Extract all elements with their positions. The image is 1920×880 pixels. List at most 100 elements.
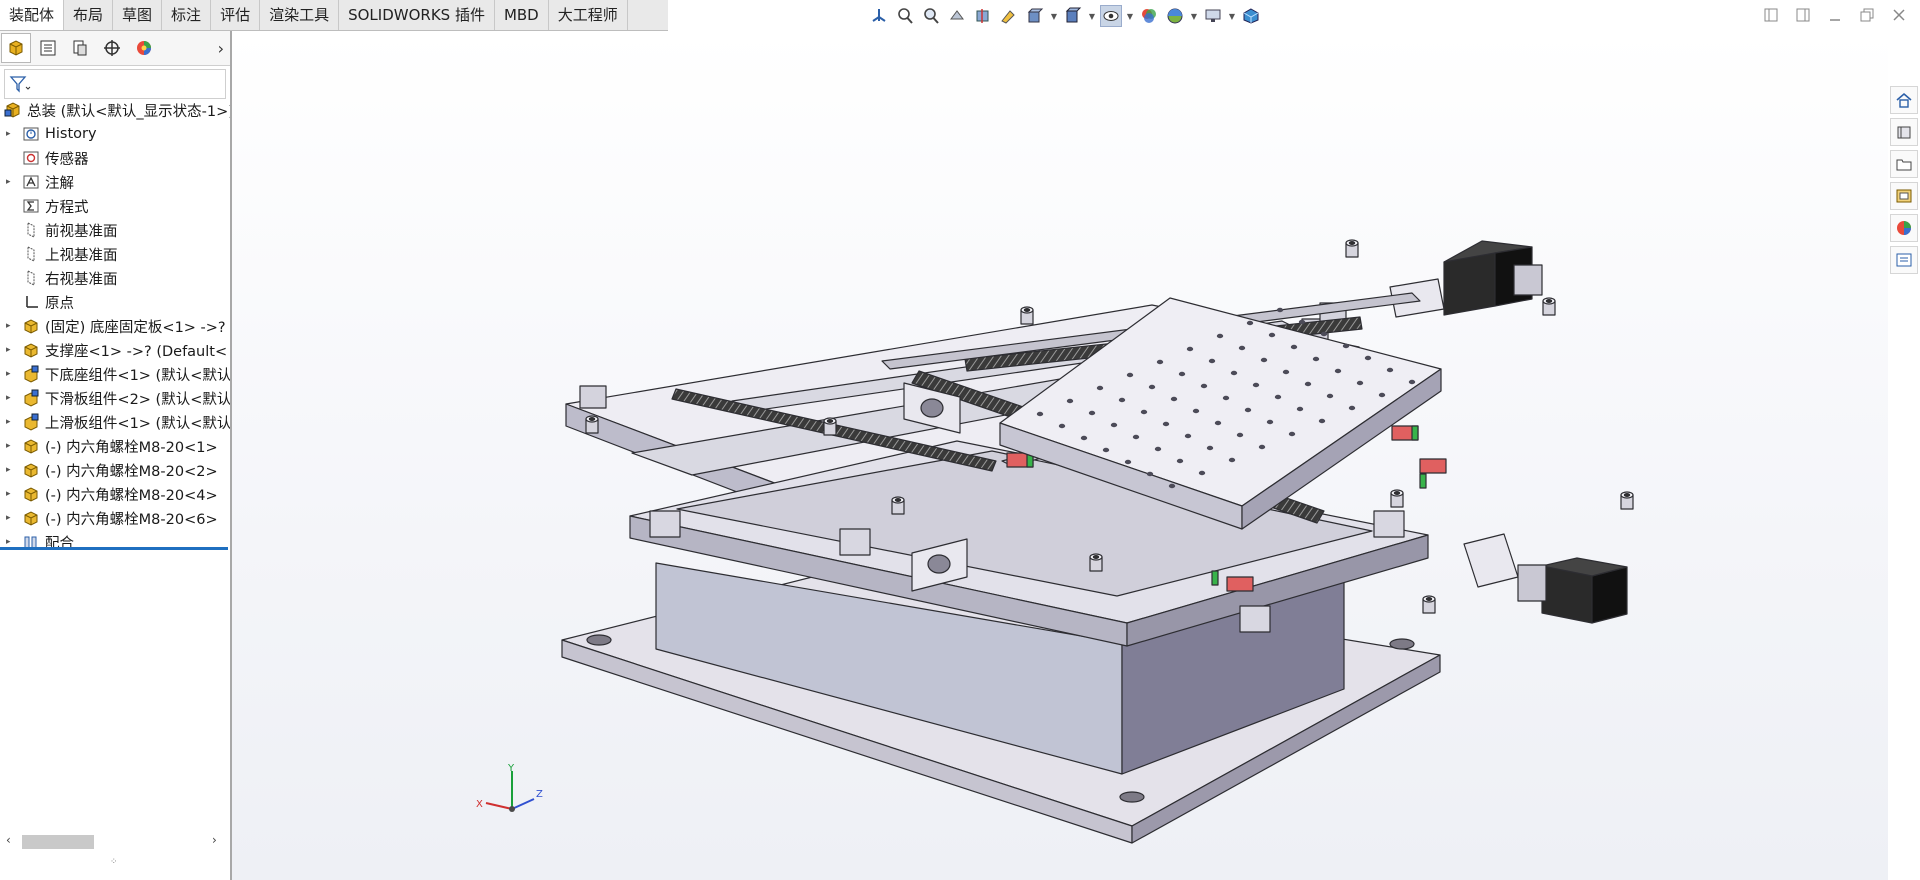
- tree-horizontal-scrollbar[interactable]: ‹ ›: [0, 831, 228, 851]
- tab-layout[interactable]: 布局: [64, 0, 114, 30]
- view-orientation-dropdown-icon[interactable]: [1024, 5, 1046, 27]
- filter-icon[interactable]: [9, 75, 31, 93]
- tree-item[interactable]: ▸ (固定) 底座固定板<1> ->?: [0, 314, 230, 338]
- tree-item[interactable]: 原点: [0, 290, 230, 314]
- scroll-right-icon[interactable]: ›: [212, 833, 217, 847]
- configuration-manager-icon[interactable]: [65, 33, 95, 63]
- tree-item[interactable]: ▸ 注解: [0, 170, 230, 194]
- property-manager-icon[interactable]: [33, 33, 63, 63]
- scrollbar-thumb[interactable]: [22, 835, 94, 849]
- chevron-down-icon[interactable]: ▼: [1190, 12, 1198, 21]
- graphics-area[interactable]: Y X Z: [232, 31, 1888, 880]
- chevron-down-icon[interactable]: ▼: [1050, 12, 1058, 21]
- custom-properties-icon[interactable]: [1890, 246, 1918, 274]
- expand-caret-icon[interactable]: ▸: [6, 129, 16, 139]
- view-orientation-icon[interactable]: [868, 5, 890, 27]
- tile-right-icon[interactable]: [1794, 6, 1812, 24]
- tab-evaluate[interactable]: 评估: [211, 0, 261, 30]
- expand-caret-icon[interactable]: ▸: [6, 441, 16, 451]
- panel-resize-grip-icon[interactable]: ⁘: [110, 857, 118, 867]
- home-icon[interactable]: [1890, 86, 1918, 114]
- tree-root-assembly[interactable]: 总装 (默认<默认_显示状态-1>): [0, 98, 230, 122]
- section-view-icon[interactable]: [972, 5, 994, 27]
- expand-caret-icon[interactable]: ▸: [6, 417, 16, 427]
- tile-left-icon[interactable]: [1762, 6, 1780, 24]
- chevron-down-icon[interactable]: ▼: [1126, 12, 1134, 21]
- socket-head-bolt[interactable]: [1390, 489, 1404, 508]
- chevron-down-icon[interactable]: ▼: [1228, 12, 1236, 21]
- hide-show-items-icon[interactable]: [1100, 5, 1122, 27]
- socket-head-bolt[interactable]: [1620, 491, 1634, 510]
- appearances-icon[interactable]: [1890, 214, 1918, 242]
- socket-head-bolt[interactable]: [1089, 553, 1103, 572]
- tree-item[interactable]: ▸ 支撑座<1> ->? (Default<: [0, 338, 230, 362]
- tree-item[interactable]: ▸ 上滑板组件<1> (默认<默认: [0, 410, 230, 434]
- zoom-to-fit-icon[interactable]: [894, 5, 916, 27]
- view-palette-icon[interactable]: [1890, 182, 1918, 210]
- expand-caret-icon[interactable]: ▸: [6, 393, 16, 403]
- tree-item[interactable]: ▸ (-) 内六角螺栓M8-20<1>: [0, 434, 230, 458]
- tab-markup[interactable]: 标注: [162, 0, 212, 30]
- socket-head-bolt[interactable]: [823, 417, 837, 436]
- design-library-icon[interactable]: [1890, 118, 1918, 146]
- socket-head-bolt[interactable]: [891, 496, 905, 515]
- expand-caret-icon[interactable]: ▸: [6, 345, 16, 355]
- tree-filter[interactable]: [4, 69, 226, 99]
- tree-item[interactable]: 前视基准面: [0, 218, 230, 242]
- dimxpert-manager-icon[interactable]: [97, 33, 127, 63]
- tree-item[interactable]: ▸ (-) 内六角螺栓M8-20<4>: [0, 482, 230, 506]
- display-manager-icon[interactable]: [129, 33, 159, 63]
- tab-solidworks-addins[interactable]: SOLIDWORKS 插件: [339, 0, 495, 30]
- chevron-down-icon[interactable]: ▼: [1088, 12, 1096, 21]
- display-style-icon[interactable]: [1062, 5, 1084, 27]
- tree-end-divider: [0, 547, 228, 550]
- triad-x-label: X: [476, 799, 483, 810]
- triad-y-label: Y: [507, 763, 515, 774]
- expand-caret-icon[interactable]: ▸: [6, 321, 16, 331]
- tree-item-label: 右视基准面: [45, 271, 118, 288]
- view-settings-icon[interactable]: [1202, 5, 1224, 27]
- zoom-area-icon[interactable]: [920, 5, 942, 27]
- expand-caret-icon[interactable]: ▸: [6, 465, 16, 475]
- file-explorer-icon[interactable]: [1890, 150, 1918, 178]
- tree-item[interactable]: 传感器: [0, 146, 230, 170]
- socket-head-bolt[interactable]: [585, 415, 599, 434]
- socket-head-bolt[interactable]: [1542, 297, 1556, 316]
- apply-scene-icon[interactable]: [1164, 5, 1186, 27]
- minimize-icon[interactable]: [1826, 6, 1844, 24]
- tree-item[interactable]: ▸ 配合: [0, 530, 230, 554]
- tree-item[interactable]: 右视基准面: [0, 266, 230, 290]
- tree-item[interactable]: ▸ (-) 内六角螺栓M8-20<2>: [0, 458, 230, 482]
- dynamic-annotation-icon[interactable]: [998, 5, 1020, 27]
- chevron-right-icon[interactable]: ›: [218, 39, 224, 58]
- tree-item[interactable]: ▸ (-) 内六角螺栓M8-20<6>: [0, 506, 230, 530]
- socket-head-bolt[interactable]: [1422, 595, 1436, 614]
- tree-item-label: 方程式: [45, 199, 89, 216]
- edit-appearance-icon[interactable]: [1138, 5, 1160, 27]
- tree-item[interactable]: 方程式: [0, 194, 230, 218]
- restore-icon[interactable]: [1858, 6, 1876, 24]
- expand-caret-icon[interactable]: ▸: [6, 489, 16, 499]
- feature-manager-tree-icon[interactable]: [1, 33, 31, 63]
- previous-view-icon[interactable]: [946, 5, 968, 27]
- display-icon[interactable]: [1240, 5, 1262, 27]
- socket-head-bolt[interactable]: [1345, 239, 1359, 258]
- tab-mbd[interactable]: MBD: [495, 0, 549, 30]
- tree-item[interactable]: ▸ 下底座组件<1> (默认<默认: [0, 362, 230, 386]
- socket-head-bolt[interactable]: [1020, 306, 1034, 325]
- expand-caret-icon[interactable]: ▸: [6, 537, 16, 547]
- expand-caret-icon[interactable]: ▸: [6, 513, 16, 523]
- expand-caret-icon[interactable]: ▸: [6, 369, 16, 379]
- tree-item[interactable]: 上视基准面: [0, 242, 230, 266]
- tree-item[interactable]: ▸ 下滑板组件<2> (默认<默认: [0, 386, 230, 410]
- tapped-hole: [1036, 411, 1044, 417]
- scroll-left-icon[interactable]: ‹: [6, 833, 11, 847]
- tab-engineer[interactable]: 大工程师: [549, 0, 628, 30]
- tree-item[interactable]: ▸ History: [0, 122, 230, 146]
- tab-assembly[interactable]: 装配体: [0, 0, 65, 30]
- assembly-model-view[interactable]: [232, 31, 1888, 880]
- tab-sketch[interactable]: 草图: [113, 0, 163, 30]
- expand-caret-icon[interactable]: ▸: [6, 177, 16, 187]
- tab-render-tools[interactable]: 渲染工具: [260, 0, 340, 30]
- close-icon[interactable]: [1890, 6, 1908, 24]
